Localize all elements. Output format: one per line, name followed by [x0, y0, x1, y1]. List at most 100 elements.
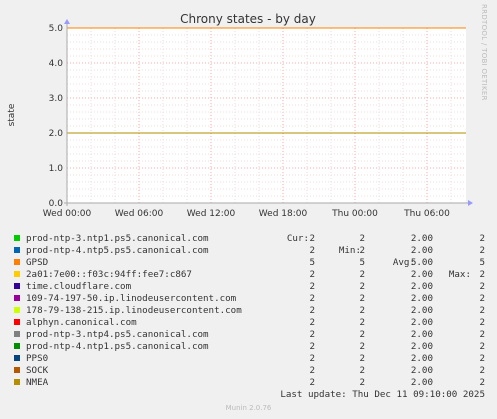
legend-series-name: prod-ntp-4.ntp1.ps5.canonical.com [26, 341, 209, 352]
plot-area [67, 28, 466, 203]
legend-min-value: 2 [359, 365, 365, 376]
legend-swatch [14, 367, 20, 373]
last-update: Last update: Thu Dec 11 09:10:00 2025 [280, 389, 485, 400]
legend-max-value: 2 [479, 365, 485, 376]
legend-row: SOCK 2 2 2.00 2 [0, 365, 497, 377]
legend-row: prod-ntp-3.ntp4.ps5.canonical.com 2 2 2.00 2 [0, 329, 497, 341]
legend-row: 109-74-197-50.ip.linodeusercontent.com 2 2… [0, 293, 497, 305]
legend-min-value: 5 [359, 257, 365, 268]
legend-cur-value: 2 [309, 317, 315, 328]
legend-row: alphyn.canonical.com 2 2 2.00 2 [0, 317, 497, 329]
legend-min-value: 2 [359, 329, 365, 340]
legend-avg-value: 2.00 [410, 341, 433, 352]
legend-series-name: NMEA [26, 377, 49, 388]
legend-row: PPS0 2 2 2.00 2 [0, 353, 497, 365]
legend-swatch [14, 331, 20, 337]
legend-min-value: 2 [359, 353, 365, 364]
x-tick-label: Wed 06:00 [115, 209, 164, 219]
chart: Chrony states - by day state 0.0 1.0 2.0 3.… [7, 12, 473, 219]
legend-cur-value: 2 [309, 365, 315, 376]
y-tick-label: 5.0 [49, 24, 64, 34]
legend-avg-value: 5.00 [410, 257, 433, 268]
legend-cur-value: 2 [309, 293, 315, 304]
chart-title: Chrony states - by day [180, 12, 316, 26]
legend-max-value: 2 [479, 341, 485, 352]
legend-series-name: 109-74-197-50.ip.linodeusercontent.com [26, 293, 237, 304]
legend-swatch [14, 343, 20, 349]
legend-max-value: 2 [479, 293, 485, 304]
legend-cur-value: 2 [309, 305, 315, 316]
legend-avg-value: 2.00 [410, 245, 433, 256]
legend-series-name: 178-79-138-215.ip.linodeusercontent.com [26, 305, 242, 316]
legend-cur-value: 2 [309, 353, 315, 364]
legend-series-name: PPS0 [26, 353, 49, 364]
legend-header: Cur: Min: Avg: Max: [0, 221, 497, 280]
legend-cur-value: 5 [309, 257, 315, 268]
legend-swatch [14, 319, 20, 325]
legend-min-value: 2 [359, 233, 365, 244]
rrdtool-watermark: RRDTOOL / TOBI OETIKER [480, 4, 488, 101]
legend-min-value: 2 [359, 317, 365, 328]
legend-cur-value: 2 [309, 233, 315, 244]
x-axis-arrow [468, 200, 473, 206]
legend-avg-value: 2.00 [410, 365, 433, 376]
legend-series-name: prod-ntp-3.ntp1.ps5.canonical.com [26, 233, 209, 244]
legend-row: NMEA 2 2 2.00 2 [0, 377, 497, 389]
legend-row: 2a01:7e00::f03c:94ff:fee7:c867 2 2 2.00 2 [0, 269, 497, 281]
legend-cur-value: 2 [309, 341, 315, 352]
legend-swatch [14, 259, 20, 265]
legend-row: prod-ntp-4.ntp5.ps5.canonical.com 2 2 2.00 2 [0, 245, 497, 257]
y-tick-label: 0.0 [49, 199, 64, 209]
legend-row: prod-ntp-3.ntp1.ps5.canonical.com 2 2 2.00 2 [0, 233, 497, 245]
legend-series-name: prod-ntp-3.ntp4.ps5.canonical.com [26, 329, 209, 340]
legend-swatch [14, 355, 20, 361]
legend-max-value: 2 [479, 269, 485, 280]
x-tick-label: Wed 12:00 [187, 209, 236, 219]
legend-avg-value: 2.00 [410, 269, 433, 280]
legend-min-value: 2 [359, 377, 365, 388]
x-tick-label: Wed 00:00 [43, 209, 92, 219]
y-tick-label: 2.0 [49, 129, 64, 139]
legend-min-value: 2 [359, 341, 365, 352]
legend-swatch [14, 247, 20, 253]
y-tick-label: 3.0 [49, 94, 64, 104]
legend-avg-value: 2.00 [410, 305, 433, 316]
legend-avg-value: 2.00 [410, 353, 433, 364]
legend-cur-value: 2 [309, 245, 315, 256]
x-tick-label: Thu 00:00 [331, 209, 378, 219]
y-tick-label: 4.0 [49, 59, 64, 69]
legend-max-value: 5 [479, 257, 485, 268]
legend-cur-value: 2 [309, 269, 315, 280]
legend-min-value: 2 [359, 245, 365, 256]
legend-max-value: 2 [479, 305, 485, 316]
legend-avg-value: 2.00 [410, 317, 433, 328]
x-tick-label: Wed 18:00 [259, 209, 308, 219]
legend-swatch [14, 235, 20, 241]
legend-max-value: 2 [479, 245, 485, 256]
legend-avg-value: 2.00 [410, 233, 433, 244]
legend-avg-value: 2.00 [410, 377, 433, 388]
legend-swatch [14, 379, 20, 385]
legend-cur-value: 2 [309, 281, 315, 292]
legend-min-value: 2 [359, 269, 365, 280]
legend-max-value: 2 [479, 329, 485, 340]
legend-swatch [14, 307, 20, 313]
y-tick-label: 1.0 [49, 164, 64, 174]
legend-series-name: SOCK [26, 365, 49, 376]
legend-max-value: 2 [479, 233, 485, 244]
legend: Cur: Min: Avg: Max: prod-ntp-3.ntp1.ps5.… [0, 221, 497, 389]
legend-cur-value: 2 [309, 377, 315, 388]
legend-row: prod-ntp-4.ntp1.ps5.canonical.com 2 2 2.00 2 [0, 341, 497, 353]
y-axis-arrow [64, 19, 70, 24]
legend-swatch [14, 271, 20, 277]
legend-max-value: 2 [479, 353, 485, 364]
legend-series-name: 2a01:7e00::f03c:94ff:fee7:c867 [26, 269, 192, 280]
legend-swatch [14, 283, 20, 289]
legend-min-value: 2 [359, 305, 365, 316]
legend-row: GPSD 5 5 5.00 5 [0, 257, 497, 269]
legend-avg-value: 2.00 [410, 293, 433, 304]
x-tick-label: Thu 06:00 [403, 209, 450, 219]
legend-max-value: 2 [479, 281, 485, 292]
legend-cur-value: 2 [309, 329, 315, 340]
legend-swatch [14, 295, 20, 301]
